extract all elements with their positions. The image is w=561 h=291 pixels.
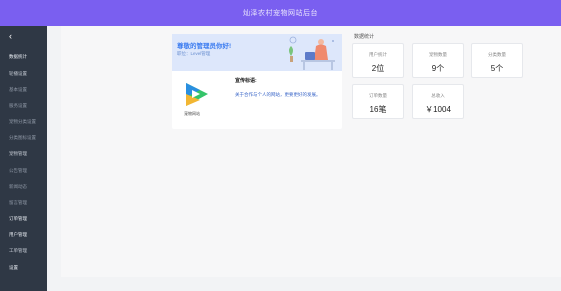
- welcome-role: 职位：Level管理: [177, 51, 211, 56]
- stat-label: 总收入: [431, 93, 445, 98]
- sidebar-item-category-icon[interactable]: 分类图标设置: [9, 135, 36, 141]
- office-illustration-icon: [289, 36, 335, 70]
- sidebar: ‹ 数据统计 轮播设置 基本设置 服务设置 宠物分类设置 分类图标设置 宠物管理…: [0, 26, 47, 291]
- sidebar-item-messages[interactable]: 留言管理: [9, 200, 27, 206]
- sidebar-item-news[interactable]: 新闻动态: [9, 184, 27, 190]
- sidebar-item-basic[interactable]: 基本设置: [9, 87, 27, 93]
- sidebar-item-users[interactable]: 用户管理: [9, 232, 27, 238]
- sidebar-item-notice[interactable]: 公告管理: [9, 168, 27, 174]
- sidebar-item-pets[interactable]: 宠物管理: [9, 151, 27, 157]
- slogan-label: 宣传标语:: [235, 78, 257, 84]
- topbar: 灿泽农村宠物网站后台: [0, 0, 561, 26]
- stat-label: 用户统计: [369, 52, 387, 57]
- sidebar-item-carousel[interactable]: 轮播设置: [9, 71, 27, 77]
- sidebar-item-stats[interactable]: 数据统计: [9, 54, 27, 60]
- logo-caption: 宠物网站: [184, 111, 200, 116]
- welcome-banner: 尊敬的管理员你好! 职位：Level管理: [172, 34, 342, 71]
- stat-card-revenue: 总收入 ￥1004: [412, 84, 464, 119]
- sidebar-item-pet-category[interactable]: 宠物分类设置: [9, 119, 36, 125]
- stat-card-orders: 订单数量 16笔: [352, 84, 404, 119]
- stat-value: ￥1004: [425, 105, 451, 114]
- sidebar-item-orders[interactable]: 订单管理: [9, 216, 27, 222]
- stat-value: 2位: [371, 64, 385, 73]
- stat-label: 分类数量: [488, 52, 506, 57]
- welcome-card: 尊敬的管理员你好! 职位：Level管理 宠物网站 宣传标语: 关于合作与个人的…: [172, 34, 342, 129]
- stat-value: 5个: [490, 64, 504, 73]
- stats-heading: 数据统计: [354, 34, 375, 40]
- slogan-text: 关于合作与个人的网站，更要更好的发展。: [235, 92, 321, 97]
- app-title: 灿泽农村宠物网站后台: [243, 10, 318, 17]
- stat-card-users: 用户统计 2位: [352, 43, 404, 78]
- stat-card-pets: 宠物数量 9个: [412, 43, 464, 78]
- app-logo-icon: [186, 83, 208, 106]
- stat-card-categories: 分类数量 5个: [471, 43, 523, 78]
- sidebar-item-tickets[interactable]: 工单管理: [9, 248, 27, 254]
- stat-label: 订单数量: [369, 93, 387, 98]
- chevron-left-icon[interactable]: ‹: [9, 31, 12, 41]
- stat-value: 16笔: [369, 105, 387, 114]
- stat-label: 宠物数量: [429, 52, 447, 57]
- dashboard-content: 尊敬的管理员你好! 职位：Level管理 宠物网站 宣传标语: 关于合作与个人的…: [61, 26, 561, 277]
- welcome-title: 尊敬的管理员你好!: [177, 43, 232, 50]
- stat-value: 9个: [431, 64, 445, 73]
- sidebar-item-service[interactable]: 服务设置: [9, 103, 27, 109]
- sidebar-item-settings[interactable]: 设置: [9, 265, 18, 271]
- main-area: 尊敬的管理员你好! 职位：Level管理 宠物网站 宣传标语: 关于合作与个人的…: [47, 26, 561, 291]
